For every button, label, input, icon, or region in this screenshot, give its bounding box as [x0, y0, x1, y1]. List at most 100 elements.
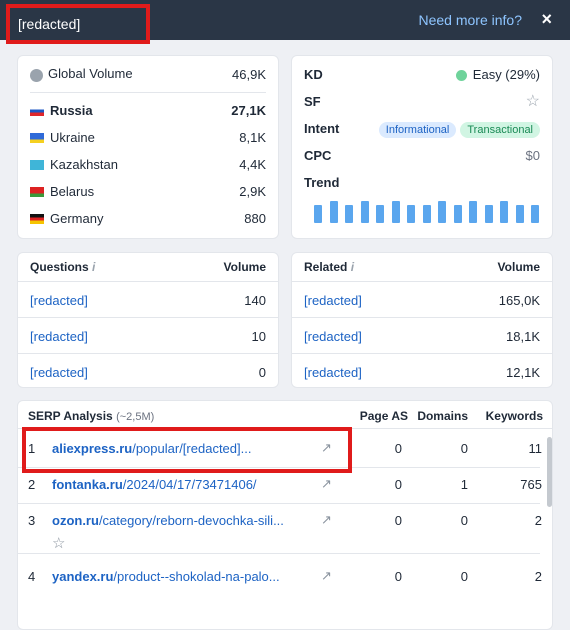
- star-icon[interactable]: ☆: [52, 534, 65, 552]
- trend-bar: [484, 205, 493, 223]
- trend-bar: [376, 205, 384, 223]
- global-volume-value: 46,9K: [232, 66, 266, 82]
- kd-dot-icon: [455, 69, 467, 81]
- domains: 0: [460, 569, 468, 584]
- cpc-label: CPC: [304, 147, 332, 163]
- page-as: 0: [394, 441, 402, 456]
- trend-chart: [314, 201, 544, 223]
- trend-bar: [500, 201, 508, 223]
- questions-row: [redacted] 0: [30, 362, 266, 382]
- kd-label: KD: [304, 66, 323, 82]
- flag-icon: [30, 214, 44, 225]
- result-url[interactable]: fontanka.ru/2024/04/17/73471406/: [52, 477, 322, 492]
- questions-volume: 140: [244, 292, 266, 308]
- related-link[interactable]: [redacted]: [304, 365, 362, 380]
- questions-link[interactable]: [redacted]: [30, 329, 88, 344]
- questions-link[interactable]: [redacted]: [30, 365, 88, 380]
- country-name: Russia: [50, 102, 93, 118]
- domains: 1: [460, 477, 468, 492]
- trend-bar: [422, 205, 431, 223]
- country-row: Russia 27,1K: [30, 100, 266, 120]
- related-row: [redacted] 18,1K: [304, 326, 540, 346]
- questions-volume: 10: [251, 328, 266, 344]
- related-header: Related: [304, 260, 348, 274]
- result-url[interactable]: yandex.ru/product--shokolad-na-palo...: [52, 569, 322, 584]
- country-row: Germany 880: [30, 208, 266, 228]
- close-icon[interactable]: ×: [541, 9, 552, 30]
- domain[interactable]: yandex.ru: [52, 569, 113, 584]
- header: [redacted] Need more info? ×: [0, 0, 570, 44]
- page-as: 0: [394, 477, 402, 492]
- domains: 0: [460, 513, 468, 528]
- questions-card: Questions i Volume [redacted] 140 [redacted…: [17, 252, 279, 388]
- col-domains: Domains: [417, 409, 468, 423]
- country-name: Belarus: [50, 183, 95, 199]
- global-volume-label: Global Volume: [48, 66, 133, 82]
- country-name: Germany: [50, 210, 104, 226]
- result-url[interactable]: ozon.ru/category/reborn-devochka-sili...: [52, 513, 322, 528]
- rank: 3: [28, 513, 36, 528]
- country-volume: 2,9K: [239, 183, 266, 199]
- intent-transactional: Transactional: [460, 121, 540, 138]
- related-card: Related i Volume [redacted] 165,0K [redacte…: [291, 252, 553, 388]
- trend-bar: [345, 205, 353, 223]
- intent-label: Intent: [304, 120, 340, 136]
- flag-icon: [30, 106, 44, 117]
- globe-icon: [30, 68, 43, 82]
- trend-bar: [531, 205, 539, 223]
- serp-card: SERP Analysis (~2,5M) Page AS Domains Ke…: [17, 400, 553, 630]
- info-icon[interactable]: i: [351, 260, 354, 274]
- related-link[interactable]: [redacted]: [304, 293, 362, 308]
- country-volume: 8,1K: [239, 129, 266, 145]
- country-name: Ukraine: [50, 129, 95, 145]
- country-volume: 4,4K: [239, 156, 266, 172]
- path[interactable]: /2024/04/17/73471406/: [123, 477, 257, 492]
- external-link-icon[interactable]: ↗: [321, 476, 332, 492]
- col-page-as: Page AS: [359, 409, 408, 423]
- domain[interactable]: fontanka.ru: [52, 477, 123, 492]
- trend-bar: [314, 205, 322, 223]
- trend-bar: [438, 201, 446, 223]
- external-link-icon[interactable]: ↗: [321, 512, 332, 528]
- related-volume: 12,1K: [506, 364, 540, 380]
- questions-volume: 0: [258, 364, 266, 380]
- page-as: 0: [394, 513, 402, 528]
- flag-icon: [30, 133, 44, 144]
- star-icon[interactable]: ☆: [526, 91, 540, 111]
- kd-value: Easy (29%): [472, 66, 540, 82]
- questions-row: [redacted] 10: [30, 326, 266, 346]
- country-volume: 880: [244, 210, 266, 226]
- path[interactable]: /product--shokolad-na-palo...: [113, 569, 279, 584]
- need-more-info-link[interactable]: Need more info?: [418, 12, 522, 28]
- related-volume: 165,0K: [498, 292, 540, 308]
- path[interactable]: /category/reborn-devochka-sili...: [99, 513, 284, 528]
- trend-bar: [329, 201, 338, 223]
- volume-card: Global Volume 46,9K Russia 27,1K Ukraine 8,1…: [17, 55, 279, 239]
- info-icon[interactable]: i: [92, 260, 95, 274]
- trend-bar: [469, 201, 477, 223]
- page-as: 0: [394, 569, 402, 584]
- trend-bar: [453, 205, 462, 223]
- serp-count: (~2,5M): [116, 411, 155, 423]
- country-row: Kazakhstan 4,4K: [30, 154, 266, 174]
- trend-bar: [391, 201, 400, 223]
- country-volume: 27,1K: [231, 102, 266, 118]
- questions-link[interactable]: [redacted]: [30, 293, 88, 308]
- keyword-title: [redacted]: [6, 4, 150, 44]
- col-keywords: Keywords: [485, 409, 543, 423]
- scrollbar[interactable]: [547, 437, 552, 507]
- serp-header: SERP Analysis: [28, 409, 113, 423]
- trend-bar: [360, 201, 369, 223]
- external-link-icon[interactable]: ↗: [321, 568, 332, 584]
- questions-volume-header: Volume: [223, 260, 266, 274]
- trend-bar: [407, 205, 415, 223]
- related-volume-header: Volume: [497, 260, 540, 274]
- keywords: 2: [534, 513, 542, 528]
- related-volume: 18,1K: [506, 328, 540, 344]
- keywords: 2: [534, 569, 542, 584]
- country-row: Ukraine 8,1K: [30, 127, 266, 147]
- related-link[interactable]: [redacted]: [304, 329, 362, 344]
- domain[interactable]: ozon.ru: [52, 513, 99, 528]
- trend-bar: [515, 205, 524, 223]
- flag-icon: [30, 187, 44, 198]
